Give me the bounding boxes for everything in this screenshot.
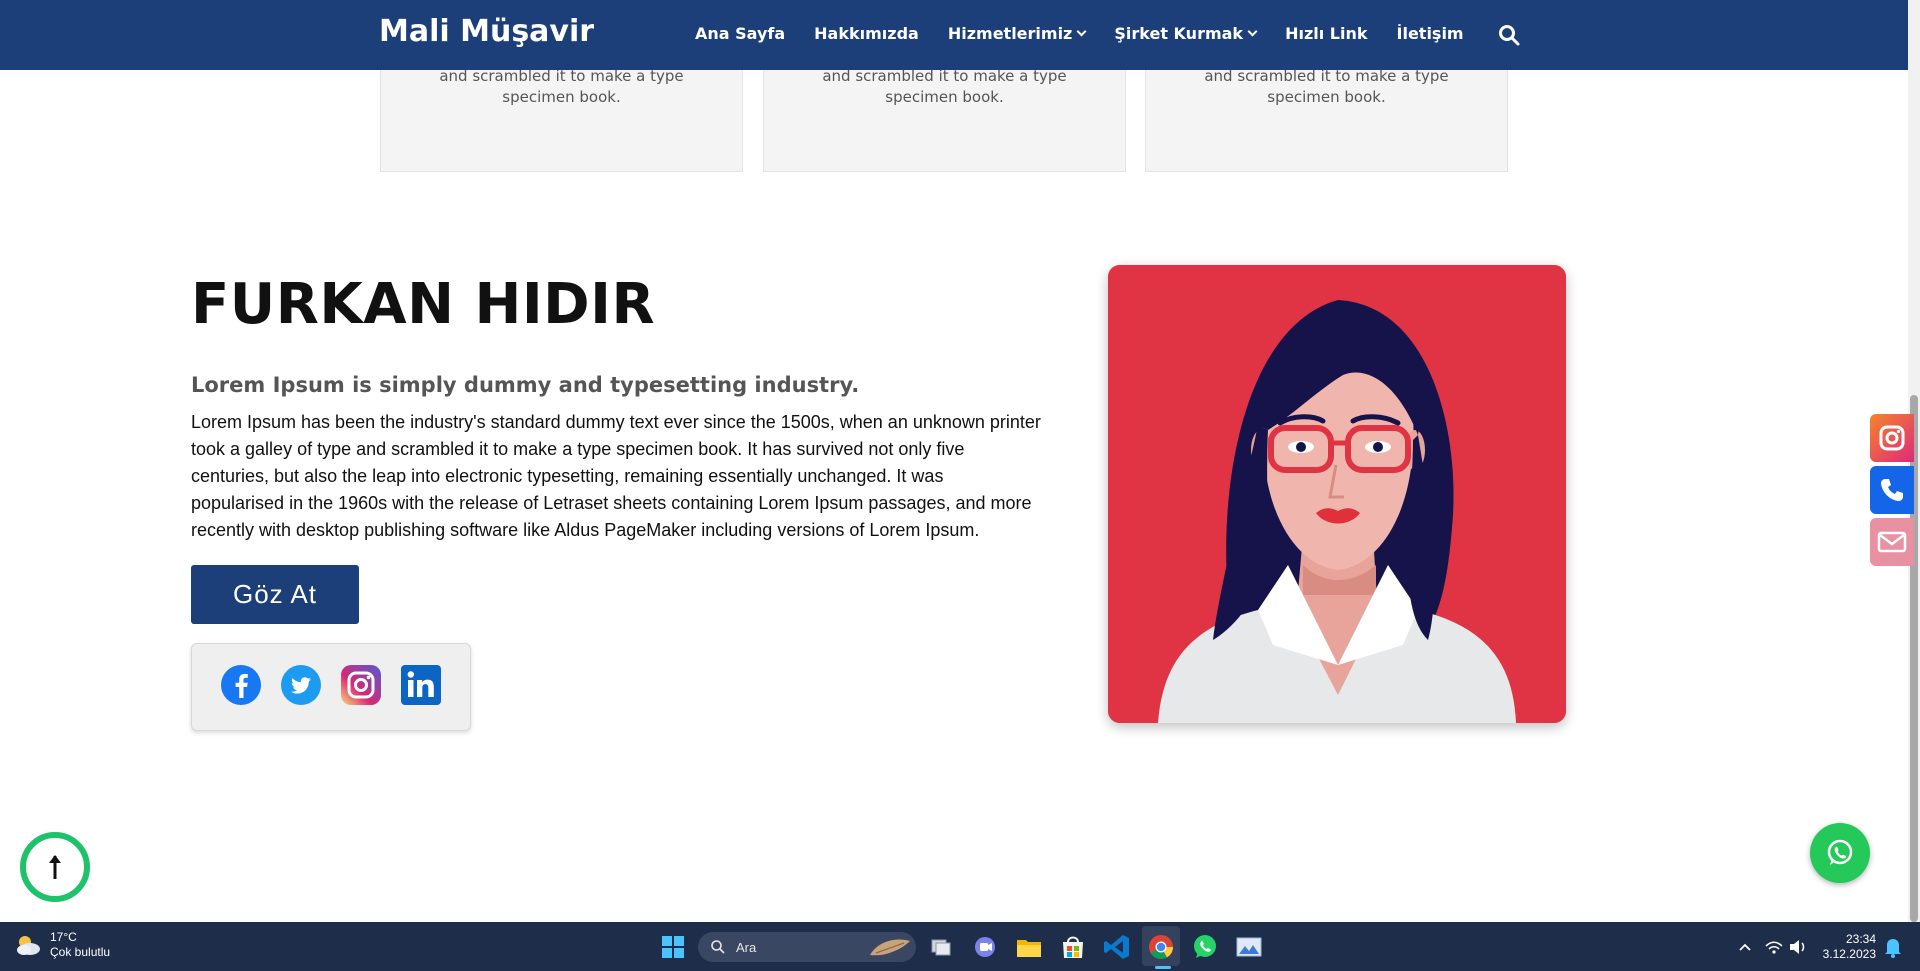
nav-label: Hızlı Link bbox=[1285, 24, 1368, 43]
site-logo[interactable]: Mali Müşavir bbox=[379, 14, 594, 49]
chevron-down-icon bbox=[1076, 26, 1087, 37]
file-explorer-icon[interactable] bbox=[1014, 932, 1044, 962]
windows-taskbar: 17°C Çok bulutlu Ara 23:34 3.12.2023 bbox=[0, 922, 1920, 971]
side-phone-button[interactable] bbox=[1870, 466, 1914, 514]
task-view-icon[interactable] bbox=[926, 932, 956, 962]
taskbar-search-placeholder: Ara bbox=[736, 939, 757, 955]
weather-widget[interactable]: 17°C Çok bulutlu bbox=[14, 930, 110, 960]
nav-label: Hizmetlerimiz bbox=[947, 24, 1073, 43]
browse-button[interactable]: Göz At bbox=[191, 565, 359, 624]
profile-subtitle: Lorem Ipsum is simply dummy and typesett… bbox=[191, 373, 860, 397]
photos-app-icon[interactable] bbox=[1234, 932, 1264, 962]
nav-link-services[interactable]: Hizmetlerimiz bbox=[947, 24, 1087, 43]
profile-name: FURKAN HIDIR bbox=[191, 272, 656, 337]
microsoft-store-icon[interactable] bbox=[1058, 932, 1088, 962]
nav-link-company-setup[interactable]: Şirket Kurmak bbox=[1114, 24, 1258, 43]
search-icon[interactable] bbox=[1498, 24, 1520, 46]
nav-label: Şirket Kurmak bbox=[1114, 24, 1244, 43]
chevron-down-icon bbox=[1247, 26, 1258, 37]
linkedin-icon[interactable] bbox=[400, 664, 442, 706]
phone-icon bbox=[1881, 479, 1903, 501]
notification-bell-icon[interactable] bbox=[1880, 932, 1906, 962]
weather-temperature: 17°C bbox=[50, 930, 77, 944]
search-icon bbox=[711, 940, 725, 954]
social-links bbox=[191, 643, 471, 731]
card-text: and scrambled it to make a type specimen… bbox=[439, 67, 684, 106]
nav-label: Ana Sayfa bbox=[695, 24, 786, 43]
nav-label: İletişim bbox=[1396, 24, 1464, 43]
whatsapp-icon bbox=[1827, 839, 1853, 865]
wifi-icon[interactable] bbox=[1762, 932, 1786, 962]
mail-icon bbox=[1877, 531, 1907, 553]
scroll-to-top-button[interactable] bbox=[20, 832, 90, 902]
nav-link-contact[interactable]: İletişim bbox=[1397, 24, 1464, 43]
whatsapp-button[interactable] bbox=[1810, 823, 1870, 883]
nav-link-home[interactable]: Ana Sayfa bbox=[695, 24, 785, 43]
woman-avatar-illustration bbox=[1108, 265, 1566, 723]
profile-description: Lorem Ipsum has been the industry's stan… bbox=[191, 412, 1041, 540]
nav-label: Hakkımızda bbox=[814, 24, 919, 43]
top-navbar: Mali Müşavir Ana Sayfa Hakkımızda Hizmet… bbox=[0, 0, 1908, 70]
instagram-icon bbox=[1879, 425, 1905, 451]
taskbar-search-box[interactable]: Ara bbox=[698, 932, 916, 962]
arrow-up-icon bbox=[49, 855, 61, 879]
teams-chat-icon[interactable] bbox=[970, 932, 1000, 962]
side-mail-button[interactable] bbox=[1870, 518, 1914, 566]
main-nav: Ana Sayfa Hakkımızda Hizmetlerimiz Şirke… bbox=[695, 24, 1493, 43]
whatsapp-app-icon[interactable] bbox=[1190, 932, 1220, 962]
vscode-icon[interactable] bbox=[1102, 932, 1132, 962]
profile-portrait bbox=[1108, 265, 1566, 723]
active-app-indicator bbox=[1155, 966, 1171, 969]
nav-link-about[interactable]: Hakkımızda bbox=[814, 24, 919, 43]
taskbar-clock[interactable]: 23:34 3.12.2023 bbox=[1814, 932, 1876, 962]
instagram-icon[interactable] bbox=[340, 664, 382, 706]
weather-description: Çok bulutlu bbox=[50, 945, 111, 959]
search-highlight-icon bbox=[870, 939, 910, 956]
nav-link-quick-link[interactable]: Hızlı Link bbox=[1285, 24, 1367, 43]
card-text: and scrambled it to make a type specimen… bbox=[822, 67, 1067, 106]
side-instagram-button[interactable] bbox=[1870, 414, 1914, 462]
chevron-up-icon[interactable] bbox=[1730, 932, 1760, 962]
windows-start-icon[interactable] bbox=[658, 932, 688, 962]
card-text: and scrambled it to make a type specimen… bbox=[1204, 67, 1449, 106]
facebook-icon[interactable] bbox=[220, 664, 262, 706]
chrome-icon[interactable] bbox=[1146, 932, 1176, 962]
cloudy-weather-icon bbox=[17, 936, 40, 955]
volume-icon[interactable] bbox=[1786, 932, 1810, 962]
clock-date: 3.12.2023 bbox=[1822, 947, 1876, 961]
twitter-icon[interactable] bbox=[280, 664, 322, 706]
clock-time: 23:34 bbox=[1845, 932, 1876, 946]
